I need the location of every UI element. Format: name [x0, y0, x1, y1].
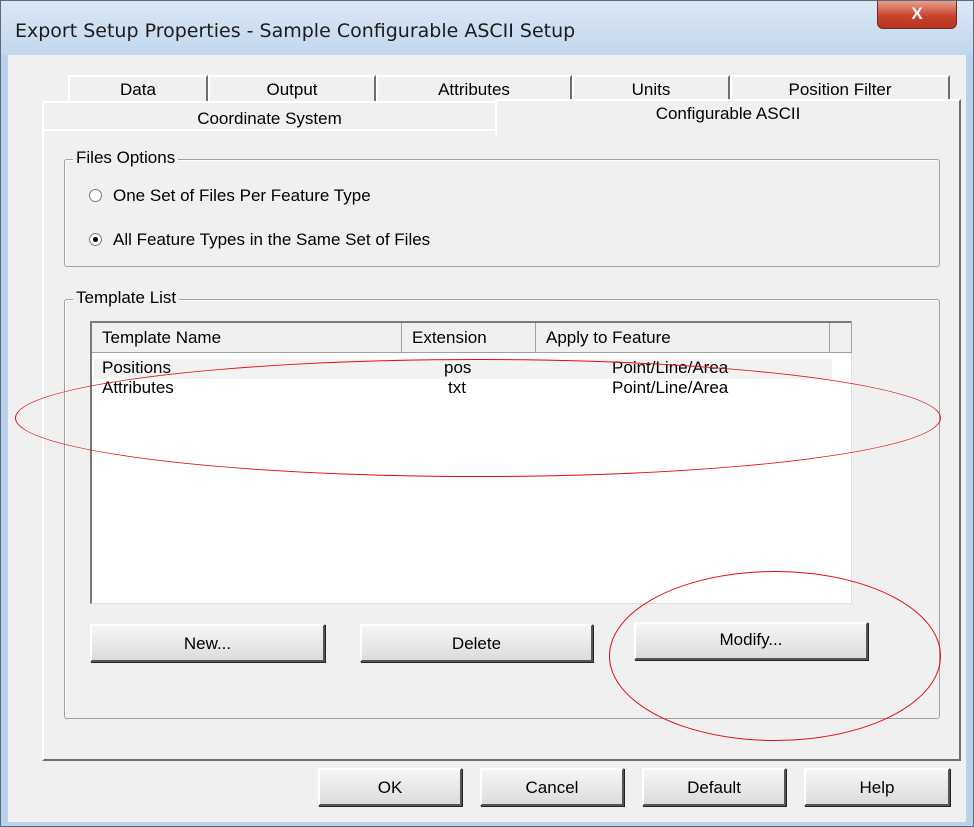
tab-data[interactable]: Data	[68, 75, 208, 101]
cell-template-name: Positions	[102, 358, 171, 377]
radio-label: One Set of Files Per Feature Type	[113, 186, 371, 205]
tab-position-filter[interactable]: Position Filter	[730, 75, 950, 101]
cancel-button[interactable]: Cancel	[480, 768, 624, 806]
button-label: New...	[183, 634, 232, 653]
radio-dot-icon	[93, 237, 98, 242]
template-list-view[interactable]: Template Name Extension Apply to Feature…	[90, 321, 852, 604]
cell-apply-to-feature: Point/Line/Area	[612, 358, 729, 377]
tab-label: Data	[120, 80, 156, 99]
radio-button[interactable]	[89, 189, 102, 202]
button-label: Modify...	[719, 630, 783, 649]
tab-label: Units	[631, 80, 671, 99]
cell-template-name: Attributes	[102, 378, 174, 397]
template-list-label: Template List	[73, 288, 180, 308]
close-button[interactable]: X	[877, 1, 957, 29]
title-bar[interactable]: Export Setup Properties - Sample Configu…	[1, 1, 973, 55]
cell-extension: txt	[448, 378, 466, 397]
tab-attributes[interactable]: Attributes	[376, 75, 572, 101]
new-template-button[interactable]: New...	[90, 624, 325, 662]
button-label: Delete	[451, 634, 502, 653]
table-row[interactable]: Positions pos Point/Line/Area	[94, 359, 832, 379]
button-label: OK	[377, 778, 403, 797]
tab-coordinate-system[interactable]: Coordinate System	[42, 101, 497, 131]
default-button[interactable]: Default	[642, 768, 786, 806]
tab-label: Output	[266, 80, 318, 99]
tab-label: Attributes	[438, 80, 510, 99]
dialog-window: Export Setup Properties - Sample Configu…	[0, 0, 974, 827]
files-options-group: Files Options One Set of Files Per Featu…	[64, 148, 940, 267]
cell-apply-to-feature: Point/Line/Area	[612, 378, 729, 397]
modify-template-button[interactable]: Modify...	[634, 622, 868, 660]
table-row[interactable]: Attributes txt Point/Line/Area	[94, 379, 832, 399]
delete-template-button[interactable]: Delete	[360, 624, 593, 662]
radio-button-selected[interactable]	[89, 233, 102, 246]
window-title: Export Setup Properties - Sample Configu…	[15, 20, 576, 42]
radio-label: All Feature Types in the Same Set of Fil…	[113, 230, 431, 249]
button-label: Default	[687, 778, 741, 797]
column-header-apply-to-feature[interactable]: Apply to Feature	[536, 323, 830, 353]
tab-configurable-ascii[interactable]: Configurable ASCII	[495, 99, 961, 135]
tab-label: Position Filter	[788, 80, 892, 99]
dialog-client-area: Data Output Attributes Units Position Fi…	[8, 55, 966, 822]
tab-output[interactable]: Output	[208, 75, 376, 101]
tab-label: Configurable ASCII	[655, 104, 801, 123]
column-header-extension[interactable]: Extension	[402, 323, 536, 353]
ok-button[interactable]: OK	[318, 768, 462, 806]
files-options-label: Files Options	[73, 148, 179, 168]
column-header-filler	[830, 323, 852, 353]
help-button[interactable]: Help	[804, 768, 950, 806]
column-header-template-name[interactable]: Template Name	[92, 323, 402, 353]
button-label: Cancel	[525, 778, 579, 797]
tab-label: Coordinate System	[197, 109, 342, 128]
tab-units[interactable]: Units	[572, 75, 730, 101]
button-label: Help	[859, 778, 895, 797]
close-icon: X	[911, 4, 923, 23]
cell-extension: pos	[444, 358, 472, 377]
